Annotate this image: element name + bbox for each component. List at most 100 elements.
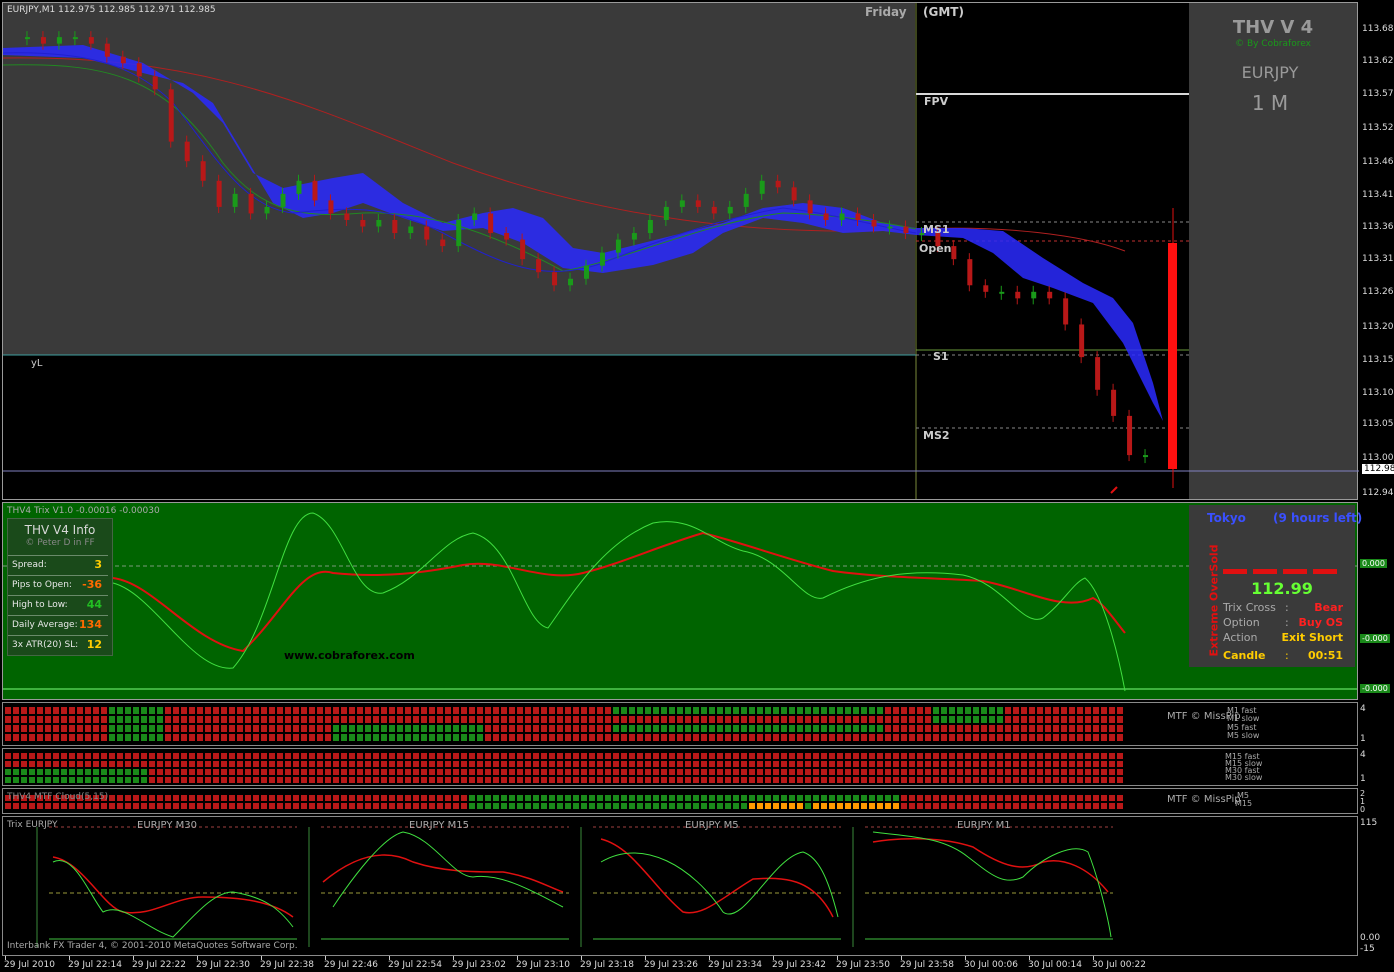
mtf-cell [1117,716,1123,723]
candle-body [344,213,350,220]
mtf-cell [829,753,835,759]
mtf-cell [261,795,267,801]
mtf-cell [741,777,747,783]
mtf-cell [253,795,259,801]
mtf-cell [397,769,403,775]
mtf-cell [421,769,427,775]
mtf-cell [1109,777,1115,783]
mtf-cell [245,769,251,775]
mtf-cell [285,769,291,775]
mtf-cell [717,725,723,732]
candle-body [599,252,605,266]
mtf-cell [901,734,907,741]
mtf-cell [301,707,307,714]
mtf-cell [949,777,955,783]
mtf-cell [381,795,387,801]
mtf-cell [685,777,691,783]
mtf-cell [469,734,475,741]
mtf-cell [69,707,75,714]
mtf-cell [1045,769,1051,775]
trix-panel[interactable]: THV4 Trix V1.0 -0.00016 -0.00030 www.cob… [2,502,1362,700]
mtf-panel-2[interactable]: M15 fast M15 slow M30 fast M30 slow [2,748,1358,786]
mtf-cell [301,761,307,767]
mtf-cell [589,803,595,809]
time-tick-mark [965,956,966,960]
mtf-cell [589,716,595,723]
main-chart-panel[interactable]: EURJPY,M1 112.975 112.985 112.971 112.98… [2,2,1359,500]
mtf-cell [733,753,739,759]
info-key: Daily Average: [12,620,78,630]
mtf-cell [1021,716,1027,723]
mtf-cell [1093,769,1099,775]
mtf-cell [653,716,659,723]
mtf-panel-1[interactable]: MTF © MissPip M1 fast M1 slow M5 fast M5… [2,702,1358,746]
mtf-cell [461,725,467,732]
mtf-cell [1061,761,1067,767]
mtf-cell [573,795,579,801]
mtf-cell [1037,769,1043,775]
mtf-cell [317,761,323,767]
mtf-cell [725,795,731,801]
mtf-cell [949,716,955,723]
candle-body [440,239,446,247]
mtf-cell [285,803,291,809]
level-open: Open [919,242,952,255]
mtf-cell [109,761,115,767]
mtf-cell [565,761,571,767]
price-chart-svg[interactable] [3,3,1359,499]
mtf-cell [269,707,275,714]
mtf-cell [741,734,747,741]
oversold-vertical: Extreme OverSold [1207,544,1221,657]
candle-body [328,200,334,214]
bottom-trix-panel[interactable]: Trix EURJPY EURJPY M30 EURJPY M15 EURJPY… [2,816,1358,956]
mtf-panel-3[interactable]: THV4 MTF Cloud(5,15) MTF © MissPip M5 M1… [2,788,1358,814]
mtf-cell [693,777,699,783]
mtf-cell [725,769,731,775]
mtf-cell [445,707,451,714]
mtf-cell [397,795,403,801]
mtf-cell [53,707,59,714]
mtf-cell [1077,795,1083,801]
mini-slow-line [872,838,1109,893]
mtf-cell [1101,777,1107,783]
mtf-cell [581,777,587,783]
mtf-cell [341,716,347,723]
mtf-cell [653,795,659,801]
mtf-cell [509,716,515,723]
mtf-cell [813,753,819,759]
mtf-cell [517,734,523,741]
mtf-cell [1093,753,1099,759]
mtf-cell [997,769,1003,775]
mtf-cell [485,725,491,732]
mtf-cell [1061,769,1067,775]
mtf-cell [1109,753,1115,759]
mtf-cell [829,769,835,775]
mtf-cell [373,707,379,714]
mtf-cell [733,716,739,723]
mtf-cell [1077,753,1083,759]
mtf-cell [853,803,859,809]
mtf-cell [1117,707,1123,714]
mtf-cell [965,725,971,732]
mtf-cell [381,725,387,732]
trix-slow-line [112,531,1126,653]
mtf-cell [933,734,939,741]
mtf-cell [885,761,891,767]
trix-header: THV4 Trix V1.0 -0.00016 -0.00030 [7,506,160,516]
mtf-cell [229,707,235,714]
candle-body [376,219,382,227]
mtf-cell [597,707,603,714]
mtf-cell [701,761,707,767]
trix-svg[interactable] [3,503,1357,699]
mtf-cell [709,753,715,759]
mtf-cell [613,725,619,732]
mtf-cell [677,761,683,767]
mtf-cell [613,753,619,759]
mtf-cell [869,795,875,801]
mtf-cell [149,761,155,767]
mtf-cell [1093,795,1099,801]
mtf-cell [709,725,715,732]
mtf-cell [541,761,547,767]
mtf-cell [501,716,507,723]
mtf-cell [981,707,987,714]
